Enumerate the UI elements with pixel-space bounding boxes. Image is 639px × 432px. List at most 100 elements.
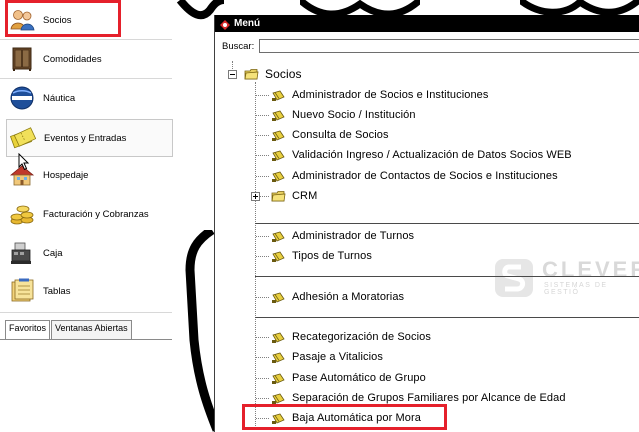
tab-baseline	[0, 339, 172, 340]
nav-item-comodidades[interactable]: Comodidades	[6, 41, 171, 77]
tab-favoritos[interactable]: Favoritos	[5, 320, 51, 339]
tree-item-label: Consulta de Socios	[292, 129, 389, 141]
nav-divider	[0, 312, 172, 313]
tree-connector	[256, 115, 269, 116]
menu-option-icon	[271, 230, 286, 243]
menu-option-icon	[271, 89, 286, 102]
tree-root-socios[interactable]: Socios	[244, 65, 302, 83]
tables-icon	[9, 278, 35, 304]
nav-tab-strip: Favoritos Ventanas Abiertas	[5, 320, 133, 339]
watermark-tagline: SISTEMAS DE GESTIÓ	[544, 282, 608, 296]
tree-connector	[256, 135, 269, 136]
tree-connector	[256, 398, 269, 399]
tree-connector	[256, 297, 269, 298]
tree-connector	[256, 378, 269, 379]
tree-item-label: Nuevo Socio / Institución	[292, 109, 416, 121]
tree-item-label: Recategorización de Socios	[292, 331, 431, 343]
tree-item-administrador-de-turnos[interactable]: Administrador de Turnos	[271, 227, 414, 245]
tree-item-administrador-de-socios-e-instituciones[interactable]: Administrador de Socios e Instituciones	[271, 86, 489, 104]
tree-connector	[256, 155, 269, 156]
tree-item-nuevo-socio-institucion[interactable]: Nuevo Socio / Institución	[271, 106, 416, 124]
search-label: Buscar:	[222, 41, 255, 52]
cash-register-icon	[9, 240, 35, 266]
expand-crm-icon[interactable]	[251, 192, 260, 201]
tree-connector	[256, 337, 269, 338]
menu-option-icon	[271, 331, 286, 344]
menu-option-icon	[271, 129, 286, 142]
tree-item-crm[interactable]: CRM	[271, 187, 317, 205]
tree-item-label: Validación Ingreso / Actualización de Da…	[292, 149, 572, 161]
tree-item-label: Separación de Grupos Familiares por Alca…	[292, 392, 566, 404]
tree-root-label: Socios	[265, 67, 302, 81]
users-icon	[9, 7, 35, 33]
menu-option-icon	[271, 149, 286, 162]
menu-group-separator	[255, 223, 639, 224]
tree-item-label: Baja Automática por Mora	[292, 412, 421, 424]
collapse-socios-icon[interactable]	[228, 70, 237, 79]
tree-item-label: Tipos de Turnos	[292, 250, 372, 262]
nav-item-label: Comodidades	[43, 53, 102, 65]
nav-item-eventos-y-entradas[interactable]: Eventos y Entradas	[6, 119, 173, 157]
tree-connector	[256, 418, 269, 419]
nav-item-label: Caja	[43, 247, 63, 259]
tree-item-label: Administrador de Turnos	[292, 230, 415, 242]
tree-item-label: Administrador de Socios e Instituciones	[292, 89, 489, 101]
tree-item-label: Pase Automático de Grupo	[292, 372, 426, 384]
nav-item-socios[interactable]: Socios	[6, 2, 171, 38]
menu-option-icon	[271, 250, 286, 263]
cabinet-icon	[9, 46, 35, 72]
tree-connector	[256, 357, 269, 358]
menu-option-icon	[271, 372, 286, 385]
nav-item-nautica[interactable]: Náutica	[6, 80, 171, 116]
menu-window-title: Menú	[234, 18, 261, 29]
nav-item-caja[interactable]: Caja	[6, 235, 171, 271]
tree-item-label: Adhesión a Moratorias	[292, 291, 405, 303]
watermark-brand: CLEVER	[542, 257, 639, 282]
tree-item-label: CRM	[292, 190, 318, 202]
tree-item-pase-automatico-de-grupo[interactable]: Pase Automático de Grupo	[271, 369, 426, 387]
menu-option-icon	[271, 170, 286, 183]
clever-watermark: CLEVER SISTEMAS DE GESTIÓ	[489, 255, 639, 305]
background-shield-lower-left	[185, 230, 217, 432]
coins-icon	[9, 201, 35, 227]
clever-logo-icon	[495, 259, 533, 297]
menu-option-icon	[271, 109, 286, 122]
menu-option-icon	[271, 392, 286, 405]
nav-item-facturacion-y-cobranzas[interactable]: Facturación y Cobranzas	[6, 196, 171, 232]
tree-item-separacion-de-grupos-familiares-por-alcance-de-edad[interactable]: Separación de Grupos Familiares por Alca…	[271, 389, 566, 407]
tickets-icon	[9, 125, 37, 151]
nav-item-label: Hospedaje	[43, 169, 89, 181]
menu-group-separator	[255, 317, 639, 318]
nav-divider	[0, 39, 172, 40]
tree-item-adhesion-a-moratorias[interactable]: Adhesión a Moratorias	[271, 288, 404, 306]
tree-connector	[256, 236, 269, 237]
tree-item-administrador-de-contactos-de-socios-e-instituciones[interactable]: Administrador de Contactos de Socios e I…	[271, 167, 558, 185]
nav-divider	[0, 78, 172, 79]
nav-item-tablas[interactable]: Tablas	[6, 273, 171, 309]
menu-group-separator	[255, 276, 639, 277]
tree-item-tipos-de-turnos[interactable]: Tipos de Turnos	[271, 247, 372, 265]
tree-item-pasaje-a-vitalicios[interactable]: Pasaje a Vitalicios	[271, 348, 383, 366]
tree-item-label: Administrador de Contactos de Socios e I…	[292, 170, 558, 182]
folder-icon	[271, 190, 286, 203]
mouse-cursor-icon	[18, 153, 30, 171]
nautica-icon	[9, 85, 35, 111]
nav-item-label: Socios	[43, 14, 72, 26]
tree-item-validacion-ingreso-actualizacion-de-datos-socios-web[interactable]: Validación Ingreso / Actualización de Da…	[271, 146, 572, 164]
search-input[interactable]	[259, 39, 639, 53]
tree-item-baja-automatica-por-mora[interactable]: Baja Automática por Mora	[271, 409, 421, 427]
menu-titlebar[interactable]: Menú	[215, 15, 639, 32]
menu-window: Menú Buscar: CLEVER SISTEMAS DE GESTIÓ S…	[214, 15, 639, 432]
nav-item-label: Eventos y Entradas	[44, 132, 127, 144]
nav-item-label: Tablas	[43, 285, 71, 297]
folder-icon	[244, 68, 259, 81]
tree-item-consulta-de-socios[interactable]: Consulta de Socios	[271, 126, 389, 144]
tree-connector	[256, 95, 269, 96]
tab-ventanas-abiertas[interactable]: Ventanas Abiertas	[51, 320, 132, 339]
nav-item-hospedaje[interactable]: Hospedaje	[6, 157, 171, 193]
tree-connector	[256, 256, 269, 257]
tree-item-recategorizacion-de-socios[interactable]: Recategorización de Socios	[271, 328, 431, 346]
tree-item-label: Pasaje a Vitalicios	[292, 351, 383, 363]
menu-option-icon	[271, 412, 286, 425]
tree-connector	[255, 82, 256, 426]
